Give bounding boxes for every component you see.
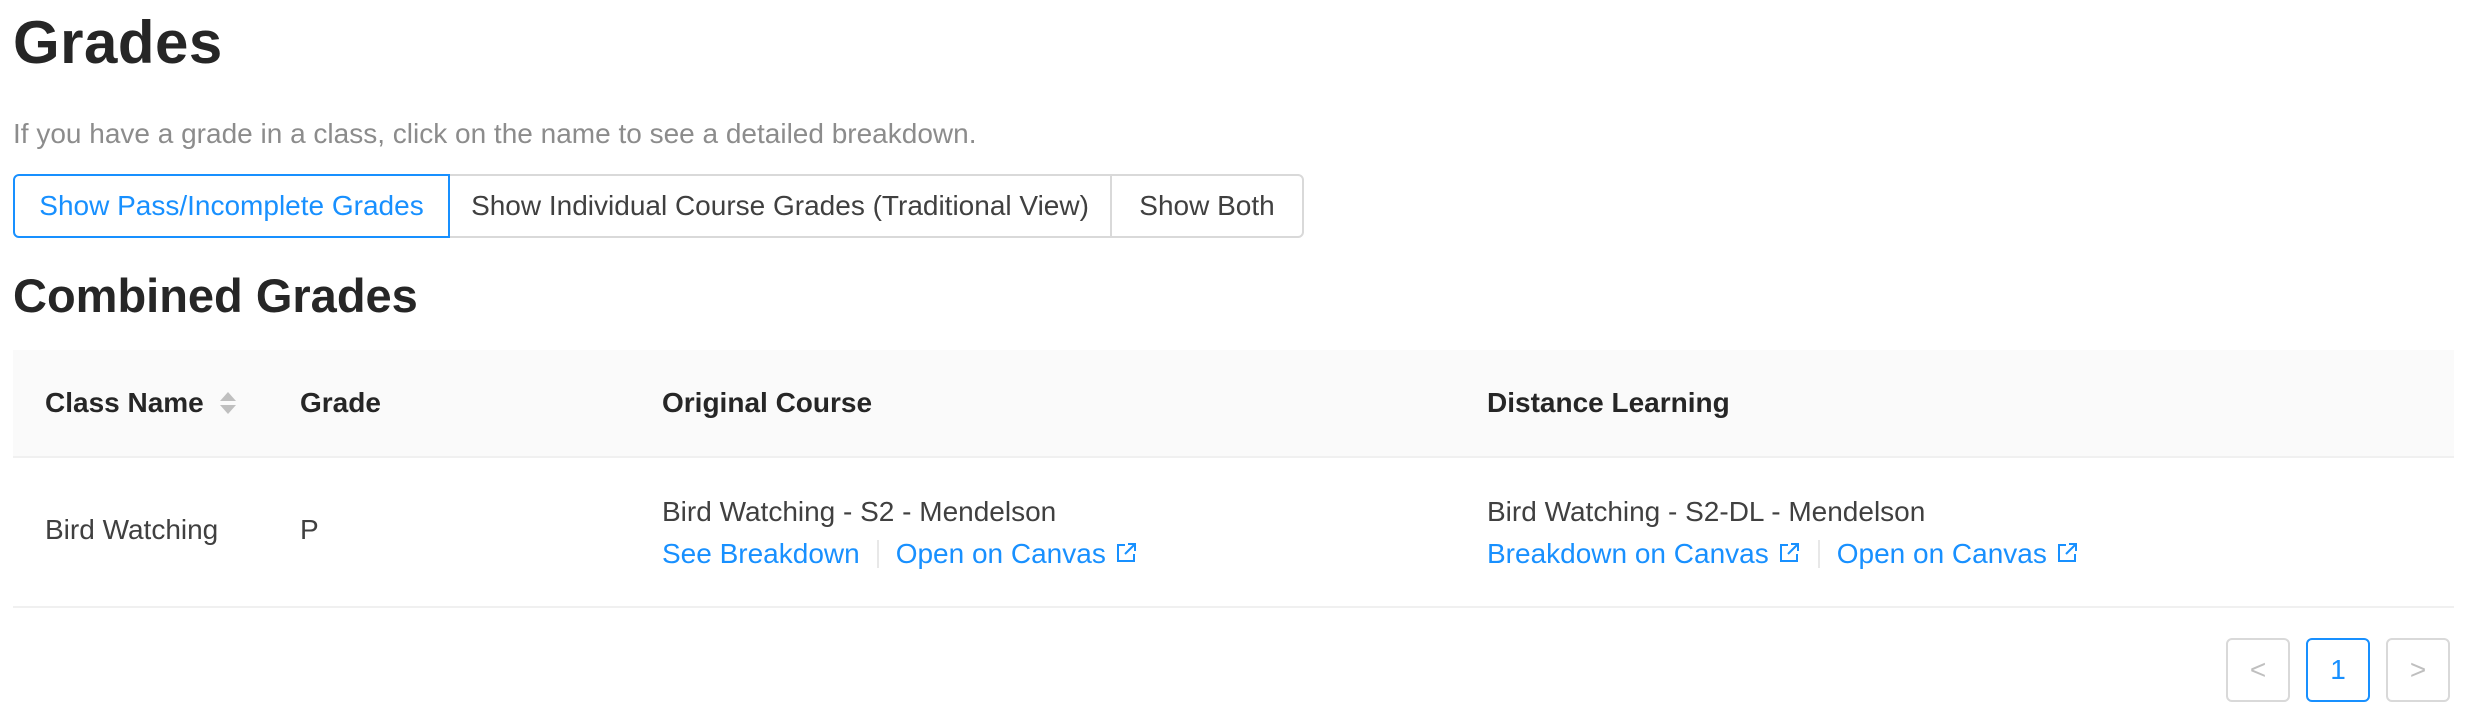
pagination-page-1[interactable]: 1 (2306, 638, 2370, 702)
column-header-label: Class Name (45, 387, 204, 418)
column-header-grade: Grade (300, 387, 381, 418)
breakdown-on-canvas-link[interactable]: Breakdown on Canvas (1487, 538, 1801, 569)
view-toggle-group: Show Pass/Incomplete Grades Show Individ… (13, 174, 1304, 238)
link-divider (876, 540, 879, 568)
page-subtitle: If you have a grade in a class, click on… (13, 118, 977, 149)
column-header-distance-learning: Distance Learning (1487, 387, 1730, 418)
combined-grades-table: Class Name Grade Original Course Distanc… (13, 350, 2454, 608)
column-header-original-course: Original Course (662, 387, 873, 418)
pagination-prev-button[interactable]: < (2226, 638, 2290, 702)
page-title: Grades (13, 9, 223, 76)
table-row: Bird Watching P Bird Watching - S2 - Men… (13, 458, 2454, 608)
show-individual-course-grades-button[interactable]: Show Individual Course Grades (Tradition… (448, 174, 1112, 238)
original-course-name: Bird Watching - S2 - Mendelson (662, 496, 1057, 527)
sort-icon[interactable] (219, 392, 236, 414)
open-on-canvas-link[interactable]: Open on Canvas (1837, 538, 2079, 569)
open-on-canvas-link[interactable]: Open on Canvas (896, 538, 1138, 569)
distance-learning-name: Bird Watching - S2-DL - Mendelson (1487, 496, 1926, 527)
link-label: Open on Canvas (895, 538, 1106, 569)
column-header-class-name[interactable]: Class Name (45, 350, 236, 456)
grade-cell: P (300, 514, 319, 545)
table-header: Class Name Grade Original Course Distanc… (13, 350, 2454, 458)
distance-learning-links: Breakdown on Canvas Open on Canvas (1487, 538, 2079, 570)
show-pass-incomplete-button[interactable]: Show Pass/Incomplete Grades (13, 174, 450, 238)
section-title: Combined Grades (13, 269, 418, 322)
pagination-next-button[interactable]: > (2386, 638, 2450, 702)
show-both-button[interactable]: Show Both (1110, 174, 1304, 238)
class-name-cell[interactable]: Bird Watching (45, 514, 218, 546)
external-link-icon (1779, 543, 1799, 562)
external-link-icon (1116, 543, 1136, 562)
link-label: Open on Canvas (1836, 538, 2047, 569)
link-divider (1817, 540, 1820, 568)
see-breakdown-link[interactable]: See Breakdown (662, 538, 860, 569)
original-course-links: See Breakdown Open on Canvas (662, 538, 1138, 570)
link-label: Breakdown on Canvas (1487, 538, 1769, 569)
external-link-icon (2057, 543, 2077, 562)
